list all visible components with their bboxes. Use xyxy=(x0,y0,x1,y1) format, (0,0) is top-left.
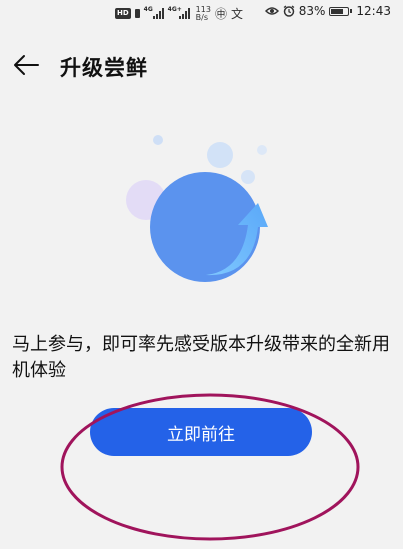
page-title: 升级尝鲜 xyxy=(60,56,148,80)
signal-tag: 4G xyxy=(143,6,153,13)
battery-icon xyxy=(329,6,353,16)
decor-bubble xyxy=(153,135,163,145)
description-text: 马上参与，即可率先感受版本升级带来的全新用机体验 xyxy=(12,334,390,381)
eye-icon xyxy=(264,7,279,15)
status-bar: HD 4G 4G+ 113 B/s ㊥ 文 83% 12:43 xyxy=(0,0,403,26)
decor-bubble xyxy=(257,145,267,155)
signal-icon: 4G xyxy=(143,6,164,19)
clock: 12:43 xyxy=(356,4,391,18)
app-header: 升级尝鲜 xyxy=(0,48,403,84)
status-bar-right: 83% 12:43 xyxy=(264,4,391,18)
decor-bubble xyxy=(241,170,255,184)
decor-bubble xyxy=(207,142,233,168)
upgrade-circle xyxy=(150,172,260,282)
network-speed-unit: B/s xyxy=(195,12,209,22)
notification-icon: ㊥ xyxy=(214,7,227,21)
sim-icon xyxy=(134,9,140,18)
go-now-button[interactable]: 立即前往 xyxy=(90,408,312,456)
hd-badge: HD xyxy=(115,8,131,19)
translate-icon: 文 xyxy=(230,7,243,21)
back-arrow-icon[interactable] xyxy=(12,50,42,80)
upgrade-illustration xyxy=(126,135,268,282)
status-bar-left: HD 4G 4G+ 113 B/s ㊥ 文 xyxy=(115,5,243,22)
signal-icon-2: 4G+ xyxy=(167,6,190,19)
battery-percent: 83% xyxy=(298,4,326,18)
signal-tag-2: 4G+ xyxy=(167,6,182,13)
alarm-icon xyxy=(283,5,295,17)
network-speed: 113 B/s xyxy=(195,5,211,22)
